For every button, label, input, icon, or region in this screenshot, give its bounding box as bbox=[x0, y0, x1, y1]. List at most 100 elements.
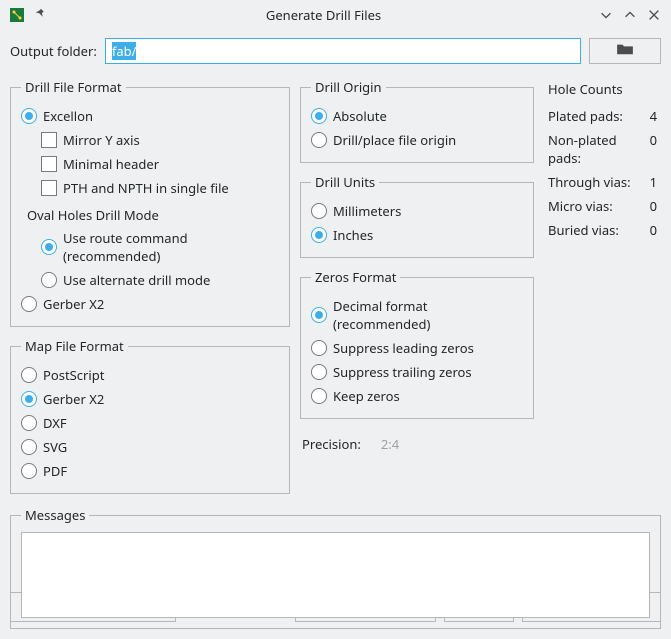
hc-label: Through vias: bbox=[548, 173, 631, 191]
radio-icon bbox=[41, 239, 57, 255]
output-folder-label: Output folder: bbox=[10, 42, 97, 60]
check-label: PTH and NPTH in single file bbox=[63, 179, 229, 197]
oval-holes-label: Oval Holes Drill Mode bbox=[27, 206, 279, 224]
checkbox-icon bbox=[41, 132, 57, 148]
hc-value: 0 bbox=[639, 197, 657, 215]
radio-label: Gerber X2 bbox=[43, 390, 104, 408]
hc-value: 4 bbox=[639, 107, 657, 125]
radio-excellon[interactable]: Excellon bbox=[21, 104, 279, 128]
radio-label: PDF bbox=[43, 462, 67, 480]
radio-place-origin[interactable]: Drill/place file origin bbox=[311, 128, 523, 152]
messages-textarea[interactable] bbox=[21, 532, 650, 618]
radio-icon bbox=[21, 108, 37, 124]
pin-icon[interactable] bbox=[32, 6, 50, 24]
drill-origin-legend: Drill Origin bbox=[311, 78, 386, 96]
output-folder-input[interactable] bbox=[105, 38, 581, 64]
hc-label: Plated pads: bbox=[548, 107, 623, 125]
map-file-format-legend: Map File Format bbox=[21, 337, 128, 355]
check-label: Minimal header bbox=[63, 155, 159, 173]
radio-absolute[interactable]: Absolute bbox=[311, 104, 523, 128]
check-label: Mirror Y axis bbox=[63, 131, 140, 149]
radio-icon bbox=[21, 367, 37, 383]
browse-button[interactable] bbox=[589, 38, 661, 64]
radio-label: Inches bbox=[333, 226, 373, 244]
hc-label: Non-plated pads: bbox=[548, 131, 641, 167]
radio-suppress-trailing[interactable]: Suppress trailing zeros bbox=[311, 360, 523, 384]
radio-label: Absolute bbox=[333, 107, 387, 125]
radio-gerber-x2-drill[interactable]: Gerber X2 bbox=[21, 292, 279, 316]
messages-group: Messages bbox=[10, 506, 661, 629]
messages-legend: Messages bbox=[21, 506, 89, 524]
hc-label: Micro vias: bbox=[548, 197, 613, 215]
maximize-icon[interactable] bbox=[621, 6, 639, 24]
hole-count-plated: Plated pads: 4 bbox=[548, 104, 657, 128]
radio-alternate-drill[interactable]: Use alternate drill mode bbox=[41, 268, 279, 292]
radio-icon bbox=[21, 463, 37, 479]
hole-count-buried: Buried vias: 0 bbox=[548, 218, 657, 242]
radio-suppress-leading[interactable]: Suppress leading zeros bbox=[311, 336, 523, 360]
radio-dxf[interactable]: DXF bbox=[21, 411, 279, 435]
close-icon[interactable] bbox=[645, 6, 663, 24]
radio-label: Use alternate drill mode bbox=[63, 271, 210, 289]
radio-icon bbox=[311, 388, 327, 404]
radio-icon bbox=[41, 272, 57, 288]
zeros-format-group: Zeros Format Decimal format (recommended… bbox=[300, 268, 534, 419]
radio-label: Keep zeros bbox=[333, 387, 400, 405]
checkbox-icon bbox=[41, 156, 57, 172]
radio-pdf[interactable]: PDF bbox=[21, 459, 279, 483]
radio-keep-zeros[interactable]: Keep zeros bbox=[311, 384, 523, 408]
radio-label: Excellon bbox=[43, 107, 93, 125]
hole-counts-group: Hole Counts Plated pads: 4 Non-plated pa… bbox=[544, 78, 661, 242]
radio-icon bbox=[311, 108, 327, 124]
radio-label: Suppress trailing zeros bbox=[333, 363, 472, 381]
radio-icon bbox=[311, 132, 327, 148]
radio-icon bbox=[311, 203, 327, 219]
radio-icon bbox=[21, 439, 37, 455]
radio-icon bbox=[311, 307, 327, 323]
radio-icon bbox=[311, 364, 327, 380]
precision-label: Precision: bbox=[302, 435, 361, 453]
radio-label: SVG bbox=[43, 438, 67, 456]
check-pth-npth[interactable]: PTH and NPTH in single file bbox=[41, 176, 279, 200]
radio-icon bbox=[311, 340, 327, 356]
checkbox-icon bbox=[41, 180, 57, 196]
precision-row: Precision: 2:4 bbox=[300, 429, 534, 453]
precision-value: 2:4 bbox=[381, 435, 399, 453]
zeros-format-legend: Zeros Format bbox=[311, 268, 400, 286]
radio-inches[interactable]: Inches bbox=[311, 223, 523, 247]
radio-label: Millimeters bbox=[333, 202, 401, 220]
radio-svg[interactable]: SVG bbox=[21, 435, 279, 459]
radio-label: DXF bbox=[43, 414, 67, 432]
hole-count-nonplated: Non-plated pads: 0 bbox=[548, 128, 657, 170]
minimize-icon[interactable] bbox=[597, 6, 615, 24]
radio-postscript[interactable]: PostScript bbox=[21, 363, 279, 387]
drill-origin-group: Drill Origin Absolute Drill/place file o… bbox=[300, 78, 534, 163]
map-file-format-group: Map File Format PostScript Gerber X2 DXF… bbox=[10, 337, 290, 494]
titlebar: Generate Drill Files bbox=[0, 0, 671, 30]
hc-value: 1 bbox=[639, 173, 657, 191]
hc-value: 0 bbox=[639, 221, 657, 239]
radio-route-command[interactable]: Use route command (recommended) bbox=[41, 226, 279, 268]
radio-label: Gerber X2 bbox=[43, 295, 104, 313]
radio-label: Use route command (recommended) bbox=[63, 229, 279, 265]
drill-units-legend: Drill Units bbox=[311, 173, 379, 191]
check-mirror-y[interactable]: Mirror Y axis bbox=[41, 128, 279, 152]
check-minimal-header[interactable]: Minimal header bbox=[41, 152, 279, 176]
radio-millimeters[interactable]: Millimeters bbox=[311, 199, 523, 223]
drill-units-group: Drill Units Millimeters Inches bbox=[300, 173, 534, 258]
folder-icon bbox=[616, 42, 634, 60]
radio-decimal[interactable]: Decimal format (recommended) bbox=[311, 294, 523, 336]
hc-value: 0 bbox=[641, 131, 657, 167]
radio-icon bbox=[21, 415, 37, 431]
radio-icon bbox=[311, 227, 327, 243]
window-title: Generate Drill Files bbox=[266, 6, 381, 24]
drill-file-format-group: Drill File Format Excellon Mirror Y axis… bbox=[10, 78, 290, 327]
output-folder-row: Output folder: bbox=[10, 38, 661, 64]
radio-label: Decimal format (recommended) bbox=[333, 297, 523, 333]
radio-gerber-x2-map[interactable]: Gerber X2 bbox=[21, 387, 279, 411]
radio-label: Drill/place file origin bbox=[333, 131, 456, 149]
hole-count-through: Through vias: 1 bbox=[548, 170, 657, 194]
radio-icon bbox=[21, 391, 37, 407]
app-icon bbox=[8, 6, 26, 24]
radio-icon bbox=[21, 296, 37, 312]
